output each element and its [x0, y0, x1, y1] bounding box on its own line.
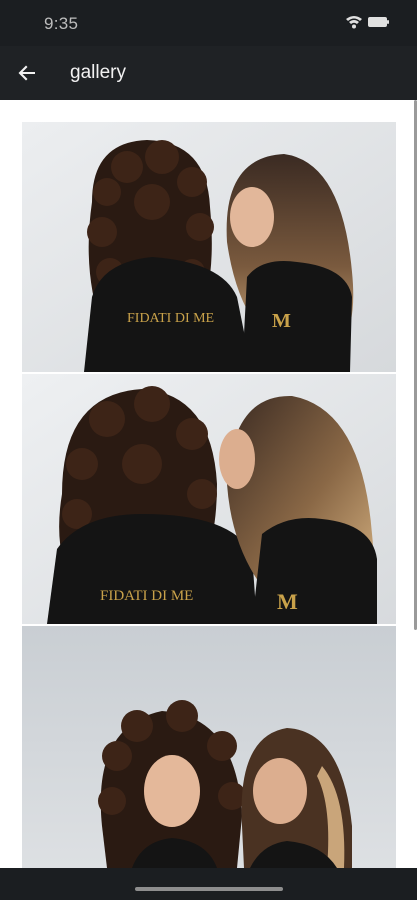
- system-nav-bar: [0, 868, 417, 900]
- gallery-photo-1[interactable]: FIDATI DI ME M: [22, 122, 396, 372]
- shirt-logo-mark: M: [277, 589, 298, 614]
- gallery-photo-3[interactable]: [22, 626, 396, 868]
- back-button[interactable]: [10, 56, 44, 90]
- arrow-left-icon: [18, 65, 35, 81]
- home-indicator[interactable]: [135, 887, 283, 891]
- status-icons: [321, 14, 391, 32]
- page-title: gallery: [70, 62, 126, 83]
- shirt-logo-text: FIDATI DI ME: [127, 311, 214, 326]
- status-bar: 9:35: [0, 0, 417, 46]
- wifi-icon: [346, 16, 362, 29]
- gallery-photo-2[interactable]: FIDATI DI ME M: [22, 374, 396, 624]
- shirt-logo-mark: M: [272, 310, 291, 332]
- status-time: 9:35: [44, 14, 79, 33]
- shirt-logo-text: FIDATI DI ME: [100, 588, 193, 604]
- battery-icon: [368, 17, 389, 27]
- app-bar: gallery: [0, 46, 417, 101]
- gallery-list[interactable]: FIDATI DI ME M FIDATI DI ME M: [0, 100, 417, 868]
